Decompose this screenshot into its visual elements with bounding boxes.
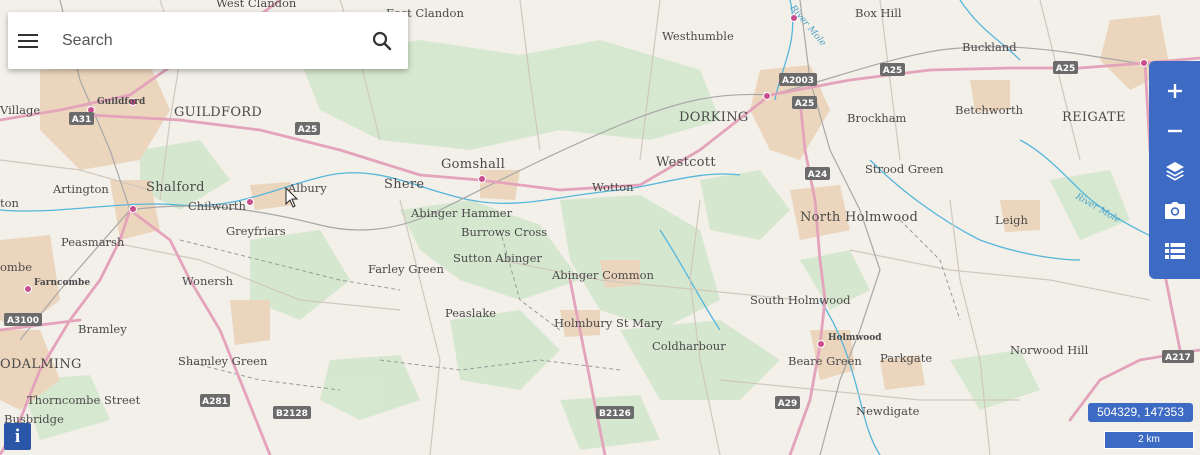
svg-text:A31: A31 [72, 115, 92, 125]
label-albury: Albury [287, 181, 327, 195]
svg-text:A24: A24 [808, 170, 828, 180]
label-strood-green: Strood Green [865, 162, 944, 176]
svg-text:A3100: A3100 [7, 316, 39, 326]
label-buckland: Buckland [962, 40, 1017, 54]
search-bar [8, 12, 408, 69]
zoom-in-button[interactable] [1149, 71, 1200, 111]
svg-text:B2128: B2128 [276, 409, 308, 419]
label-combe: ombe [0, 260, 32, 274]
label-westcott: Westcott [656, 155, 716, 170]
label-box-hill: Box Hill [855, 6, 902, 20]
legend-button[interactable] [1149, 231, 1200, 271]
label-north-holmwood: North Holmwood [800, 210, 918, 225]
label-guildford: GUILDFORD [174, 105, 262, 120]
shield-b2128: B2128 [273, 406, 311, 419]
search-input[interactable] [60, 30, 370, 51]
scale-bar: 2 km [1104, 431, 1194, 449]
shield-a24: A24 [805, 167, 830, 180]
minus-icon [1167, 129, 1182, 133]
svg-text:A25: A25 [298, 125, 318, 135]
list-icon [1164, 243, 1185, 259]
label-ton: ton [0, 196, 20, 210]
label-artington: Artington [52, 182, 109, 196]
label-godalming: ODALMING [0, 357, 82, 372]
label-reigate: REIGATE [1062, 110, 1126, 125]
label-holmwood: Holmwood [828, 333, 882, 343]
layers-button[interactable] [1149, 151, 1200, 191]
label-thorncombe-street: Thorncombe Street [27, 393, 141, 407]
map-tools-panel [1149, 61, 1200, 279]
menu-icon[interactable] [18, 33, 38, 48]
screenshot-button[interactable] [1149, 191, 1200, 231]
label-wonersh: Wonersh [182, 274, 234, 288]
label-guildford-station: Guildford [97, 97, 146, 107]
shield-a25: A25 [880, 63, 905, 76]
svg-text:A29: A29 [778, 399, 798, 409]
label-gomshall: Gomshall [441, 157, 505, 172]
label-beare-green: Beare Green [788, 354, 862, 368]
label-peaslake: Peaslake [445, 306, 496, 320]
label-south-holmwood: South Holmwood [750, 293, 851, 307]
label-brockham: Brockham [847, 111, 907, 125]
shield-a3100: A3100 [4, 313, 42, 326]
layers-icon [1165, 162, 1184, 181]
svg-text:A25: A25 [795, 99, 815, 109]
shield-a31: A31 [69, 112, 94, 125]
shield-a25: A25 [295, 122, 320, 135]
label-village: Village [0, 103, 40, 117]
svg-text:B2126: B2126 [599, 409, 631, 419]
label-sutton-abinger: Sutton Abinger [453, 251, 542, 265]
label-norwood-hill: Norwood Hill [1010, 343, 1089, 357]
shield-a25: A25 [1053, 61, 1078, 74]
label-greyfriars: Greyfriars [226, 224, 286, 238]
label-shalford: Shalford [146, 180, 205, 195]
label-bramley: Bramley [78, 322, 127, 336]
zoom-out-button[interactable] [1149, 111, 1200, 151]
label-parkgate: Parkgate [880, 351, 932, 365]
info-button[interactable]: i [4, 423, 31, 450]
label-betchworth: Betchworth [955, 103, 1024, 117]
svg-text:A25: A25 [883, 66, 903, 76]
shield-a217: A217 [1162, 350, 1194, 363]
label-shamley-green: Shamley Green [178, 354, 268, 368]
camera-icon [1164, 202, 1185, 219]
svg-text:A25: A25 [1056, 64, 1076, 74]
label-leigh: Leigh [995, 213, 1028, 227]
label-shere: Shere [384, 177, 424, 192]
label-farley-green: Farley Green [368, 262, 444, 276]
label-westhumble: Westhumble [662, 29, 734, 43]
label-farncombe: Farncombe [34, 278, 90, 288]
svg-text:A217: A217 [1165, 353, 1191, 363]
label-wotton: Wotton [592, 180, 634, 194]
label-newdigate: Newdigate [856, 404, 920, 418]
svg-text:A2003: A2003 [782, 76, 814, 86]
label-holmbury-st-mary: Holmbury St Mary [554, 316, 663, 330]
shield-b2126: B2126 [596, 406, 634, 419]
label-coldharbour: Coldharbour [652, 339, 726, 353]
plus-icon [1167, 84, 1182, 98]
shield-a2003: A2003 [779, 73, 817, 86]
svg-text:A281: A281 [202, 397, 228, 407]
shield-a25: A25 [792, 96, 817, 109]
search-icon[interactable] [370, 29, 394, 53]
label-west-clandon: West Clandon [216, 0, 297, 10]
coordinates-readout: 504329, 147353 [1088, 403, 1193, 422]
label-chilworth: Chilworth [188, 199, 246, 213]
shield-a281: A281 [200, 394, 230, 407]
shield-a29: A29 [775, 396, 800, 409]
label-abinger-hammer: Abinger Hammer [410, 206, 513, 220]
label-peasmarsh: Peasmarsh [61, 235, 125, 249]
label-dorking: DORKING [679, 110, 749, 125]
label-abinger-common: Abinger Common [551, 268, 655, 282]
label-burrows-cross: Burrows Cross [461, 225, 547, 239]
